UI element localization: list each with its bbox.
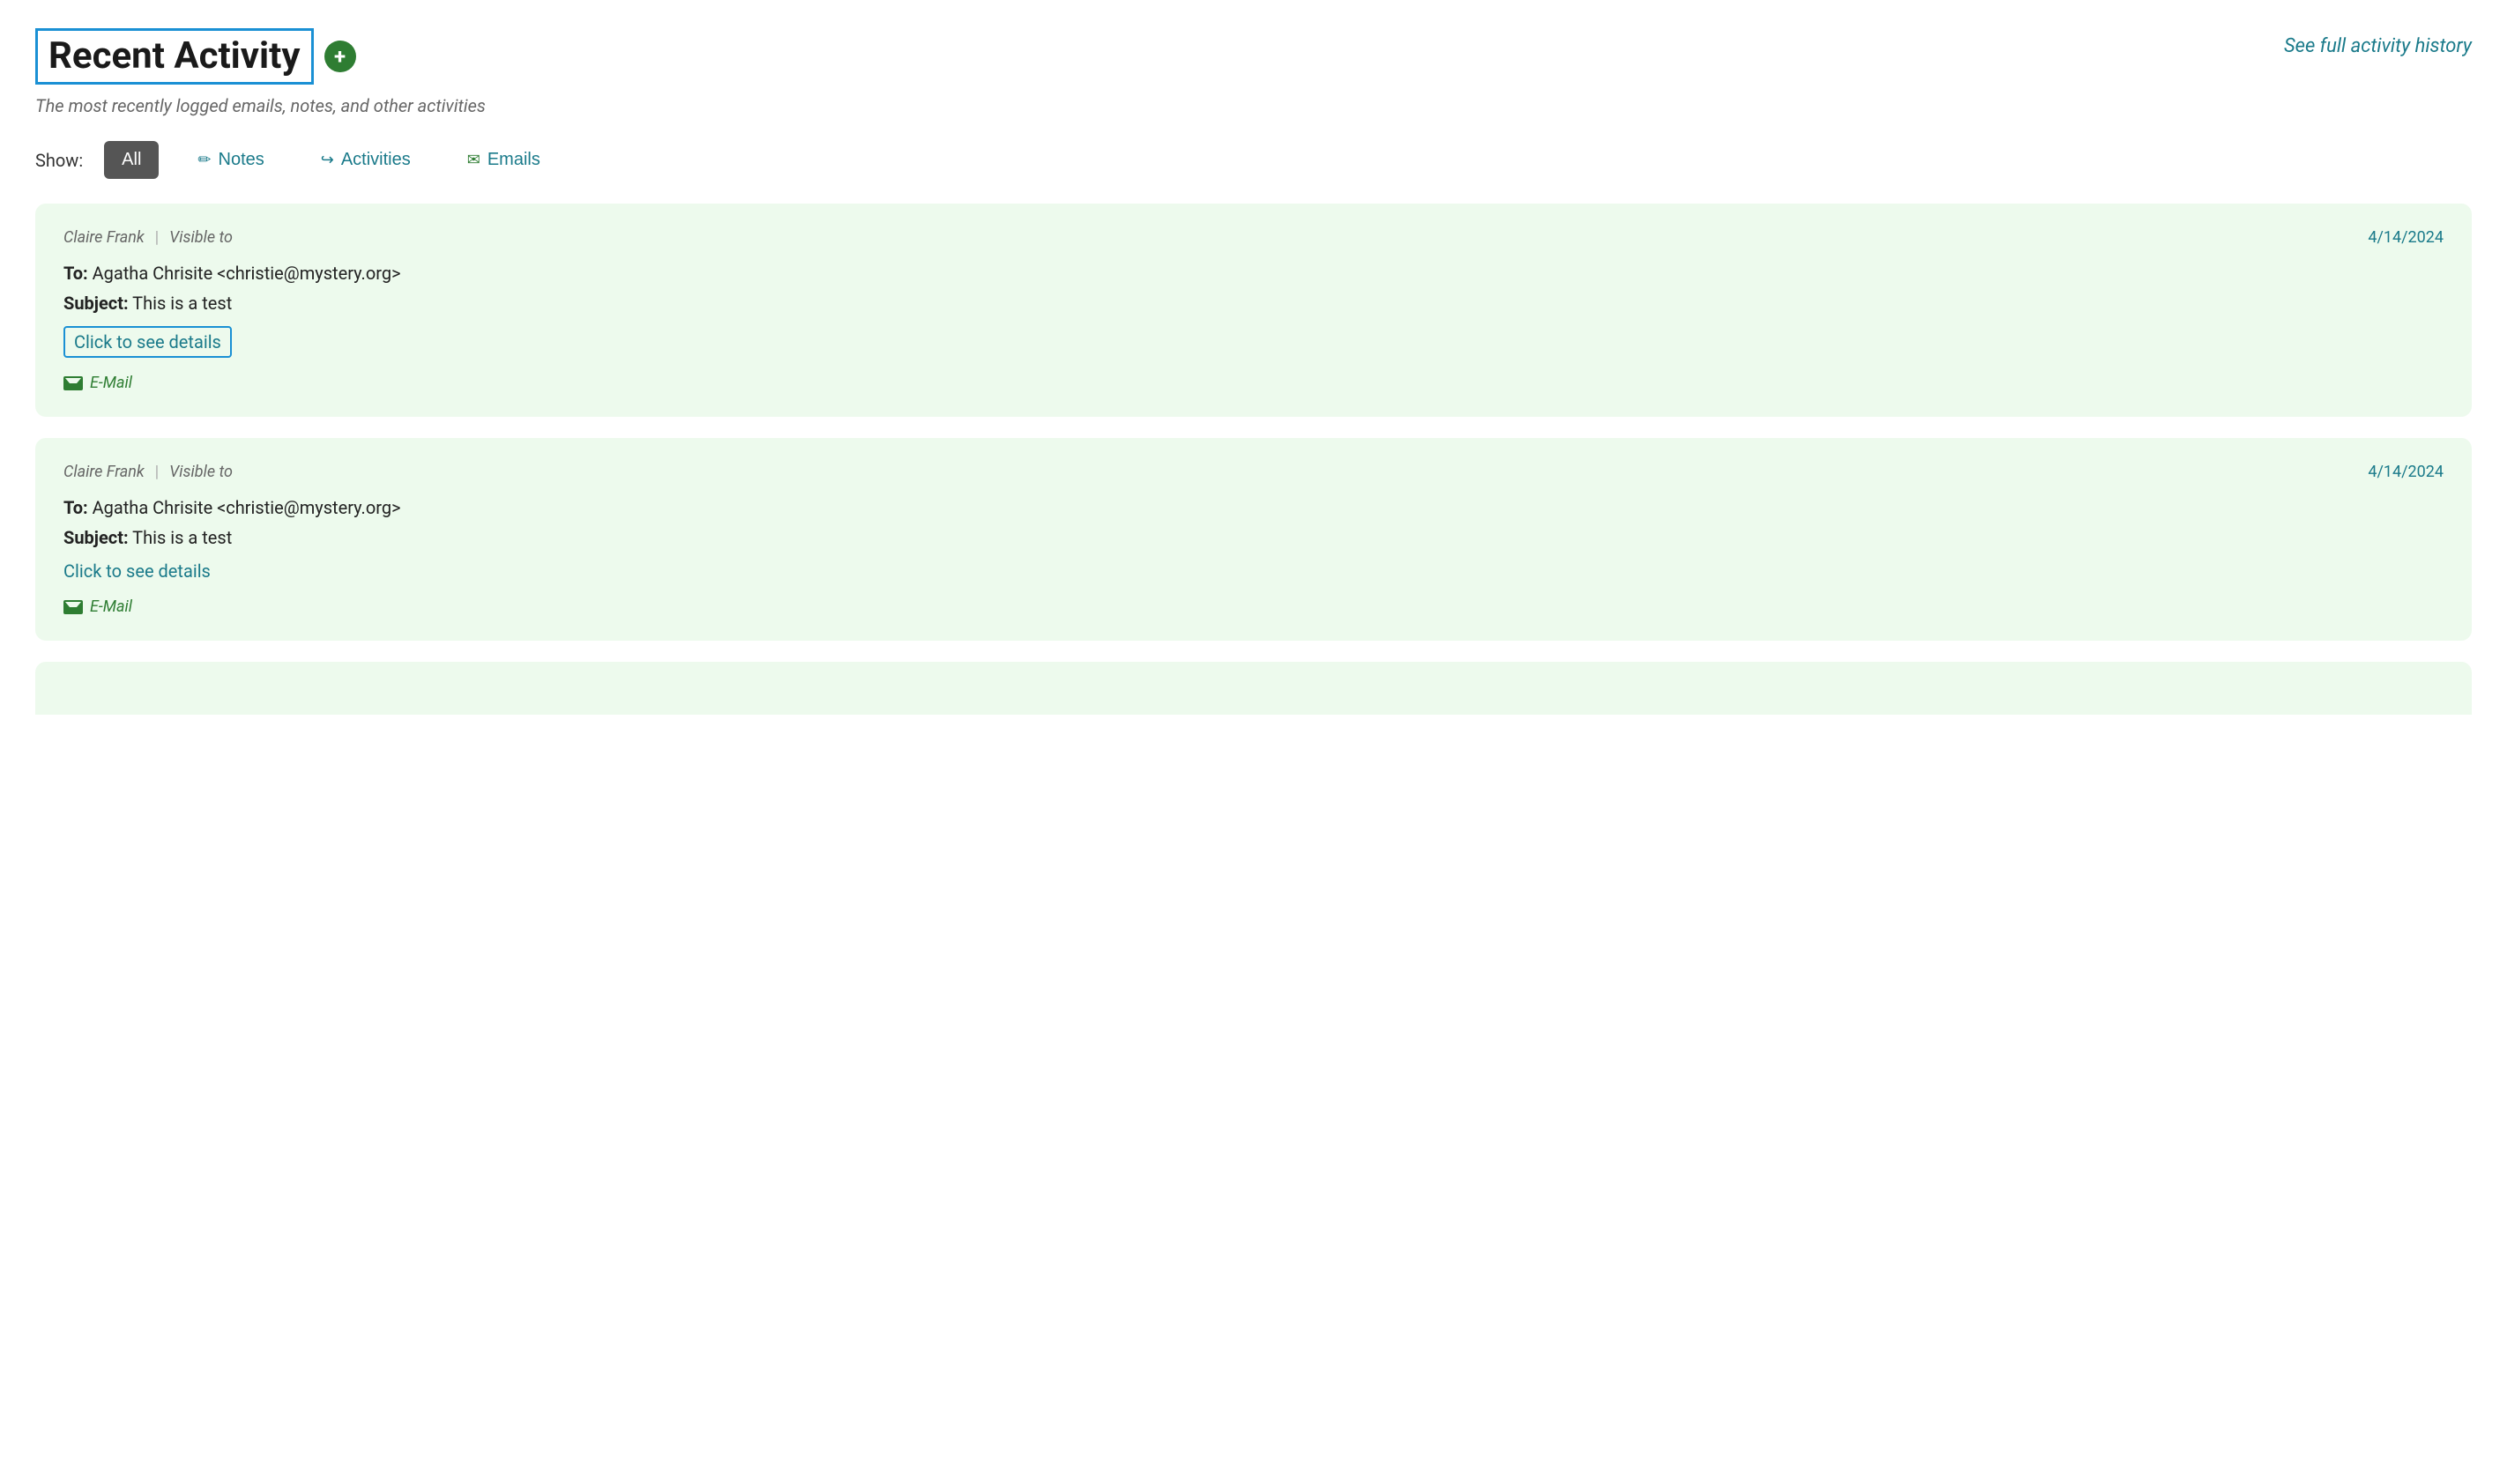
partial-activity-card	[35, 662, 2472, 715]
activity-card: Claire Frank | Visible to 4/14/2024 To: …	[35, 438, 2472, 641]
card-to: To: Agatha Chrisite <christie@mystery.or…	[63, 263, 2444, 284]
card-meta: Claire Frank | Visible to	[63, 463, 233, 481]
show-label: Show:	[35, 150, 83, 171]
filter-emails-label: Emails	[487, 150, 540, 170]
card-author: Claire Frank	[63, 463, 145, 481]
card-author: Claire Frank	[63, 228, 145, 247]
card-meta: Claire Frank | Visible to	[63, 228, 233, 247]
see-full-history-link[interactable]: See full activity history	[2284, 35, 2472, 57]
emails-icon: ✉	[467, 151, 480, 169]
card-visible-to: Visible to	[169, 463, 233, 481]
card-visible-to: Visible to	[169, 228, 233, 247]
filter-all-button[interactable]: All	[104, 141, 159, 179]
email-type-icon	[63, 376, 83, 390]
page-title: Recent Activity	[35, 28, 314, 85]
filter-notes-label: Notes	[219, 150, 264, 170]
card-header: Claire Frank | Visible to 4/14/2024	[63, 463, 2444, 481]
page-header: Recent Activity See full activity histor…	[35, 28, 2472, 85]
click-to-see-details-link[interactable]: Click to see details	[63, 560, 211, 582]
click-to-see-details-link[interactable]: Click to see details	[63, 326, 232, 358]
filter-row: Show: All ✏ Notes ↪ Activities ✉ Emails	[35, 141, 2472, 179]
card-subject: Subject: This is a test	[63, 527, 2444, 548]
card-date: 4/14/2024	[2368, 463, 2444, 481]
card-type: E-Mail	[63, 597, 2444, 616]
add-activity-button[interactable]	[324, 41, 356, 72]
title-area: Recent Activity	[35, 28, 356, 85]
filter-activities-label: Activities	[341, 150, 411, 170]
notes-icon: ✏	[197, 151, 211, 169]
card-header: Claire Frank | Visible to 4/14/2024	[63, 228, 2444, 247]
card-type-label: E-Mail	[90, 374, 132, 392]
card-date: 4/14/2024	[2368, 228, 2444, 247]
card-to: To: Agatha Chrisite <christie@mystery.or…	[63, 497, 2444, 518]
subtitle: The most recently logged emails, notes, …	[35, 95, 2472, 116]
email-type-icon	[63, 600, 83, 614]
card-type: E-Mail	[63, 374, 2444, 392]
activity-card: Claire Frank | Visible to 4/14/2024 To: …	[35, 204, 2472, 417]
filter-emails-button[interactable]: ✉ Emails	[450, 141, 558, 179]
meta-separator: |	[155, 463, 159, 481]
activities-icon: ↪	[321, 151, 334, 169]
filter-activities-button[interactable]: ↪ Activities	[303, 141, 428, 179]
card-subject: Subject: This is a test	[63, 293, 2444, 314]
filter-all-label: All	[122, 150, 141, 170]
filter-notes-button[interactable]: ✏ Notes	[180, 141, 281, 179]
meta-separator: |	[155, 228, 159, 247]
card-type-label: E-Mail	[90, 597, 132, 616]
